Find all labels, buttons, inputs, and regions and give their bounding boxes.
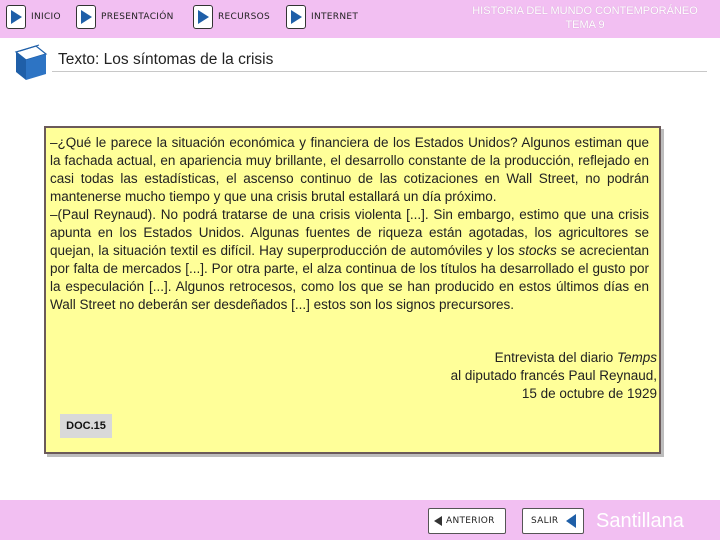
play-arrow-icon xyxy=(6,5,26,29)
previous-label: ANTERIOR xyxy=(446,516,495,526)
document-paragraph-1: –¿Qué le parece la situación económica y… xyxy=(50,135,649,204)
source-line-1-text: Entrevista del diario xyxy=(494,350,617,365)
exit-button[interactable]: SALIR xyxy=(522,508,584,534)
source-line-3: 15 de octubre de 1929 xyxy=(521,386,657,401)
course-title-line2: TEMA 9 xyxy=(565,19,605,31)
nav-label-internet: INTERNET xyxy=(311,12,359,22)
course-title: HISTORIA DEL MUNDO CONTEMPORÁNEO TEMA 9 xyxy=(450,4,720,32)
document-paragraph-2: –(Paul Reynaud). No podrá tratarse de un… xyxy=(50,206,649,314)
nav-button-presentacion[interactable]: PRESENTACIÓN xyxy=(76,4,174,30)
book-icon xyxy=(10,42,52,89)
brand-logo-text: Santillana xyxy=(596,510,684,532)
document-source: Entrevista del diario Temps al diputado … xyxy=(451,349,657,403)
source-newspaper: Temps xyxy=(616,350,657,365)
title-divider xyxy=(52,71,707,72)
nav-button-inicio[interactable]: INICIO xyxy=(6,4,61,30)
nav-label-recursos: RECURSOS xyxy=(218,12,270,22)
document-text: –¿Qué le parece la situación económica y… xyxy=(50,134,649,314)
nav-label-presentacion: PRESENTACIÓN xyxy=(101,12,174,22)
play-arrow-icon xyxy=(76,5,96,29)
source-line-1: Entrevista del diario Temps xyxy=(451,349,657,367)
page-title: Texto: Los síntomas de la crisis xyxy=(58,51,274,68)
source-line-2: al diputado francés Paul Reynaud, xyxy=(450,368,657,383)
play-arrow-icon xyxy=(193,5,213,29)
nav-button-internet[interactable]: INTERNET xyxy=(286,4,358,30)
play-arrow-icon xyxy=(286,5,306,29)
arrow-left-icon xyxy=(433,515,443,527)
exit-label: SALIR xyxy=(531,516,559,526)
nav-button-recursos[interactable]: RECURSOS xyxy=(193,4,270,30)
nav-label-inicio: INICIO xyxy=(31,12,61,22)
previous-button[interactable]: ANTERIOR xyxy=(428,508,506,534)
paragraph-2-italic: stocks xyxy=(518,243,557,258)
arrow-left-icon xyxy=(564,513,578,529)
course-title-line1: HISTORIA DEL MUNDO CONTEMPORÁNEO xyxy=(472,5,698,17)
document-number-badge: DOC.15 xyxy=(60,414,112,438)
